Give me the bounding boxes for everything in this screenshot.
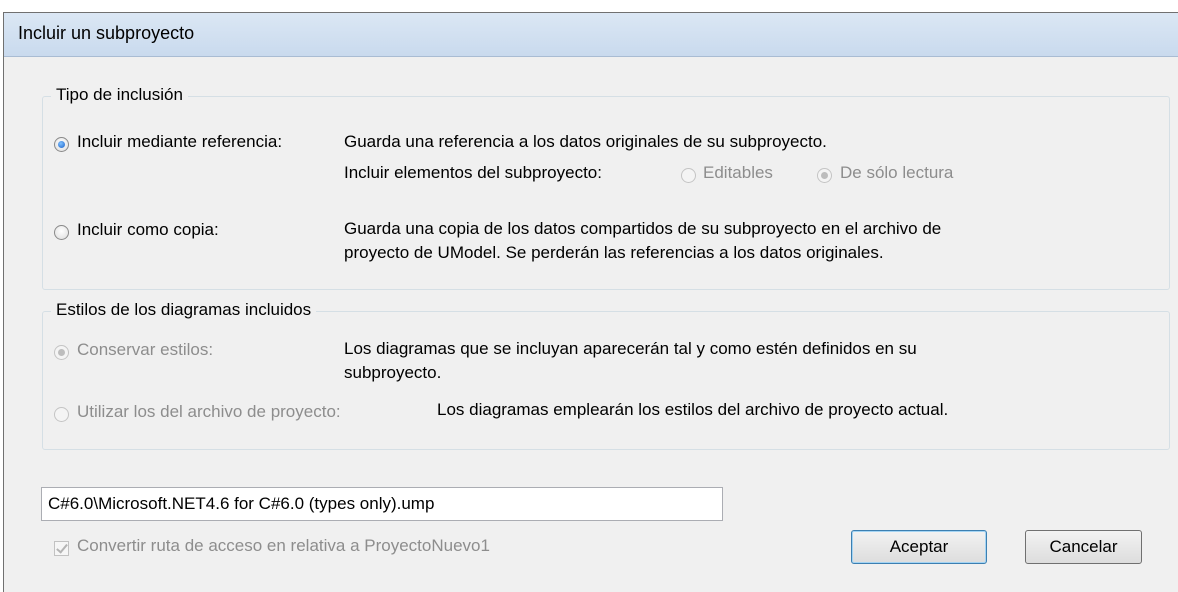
diagram-styles-legend: Estilos de los diagramas incluidos — [51, 300, 317, 320]
relative-path-checkbox[interactable] — [54, 541, 69, 556]
read-only-label[interactable]: De sólo lectura — [840, 163, 953, 183]
include-subproject-dialog: Incluir un subproyecto Tipo de inclusión… — [3, 12, 1178, 592]
use-project-styles-label[interactable]: Utilizar los del archivo de proyecto: — [77, 402, 341, 422]
include-by-reference-radio[interactable] — [54, 137, 69, 152]
subproject-path-input[interactable]: C#6.0\Microsoft.NET4.6 for C#6.0 (types … — [41, 487, 723, 521]
include-as-copy-label[interactable]: Incluir como copia: — [77, 220, 219, 240]
use-project-styles-radio[interactable] — [54, 407, 69, 422]
use-project-styles-description: Los diagramas emplearán los estilos del … — [437, 400, 949, 419]
include-as-copy-description-line2: proyecto de UModel. Se perderán las refe… — [344, 243, 884, 262]
relative-path-label[interactable]: Convertir ruta de acceso en relativa a P… — [77, 536, 490, 556]
keep-styles-description-line1: Los diagramas que se incluyan aparecerán… — [344, 339, 917, 358]
editable-radio[interactable] — [681, 168, 696, 183]
include-elements-label: Incluir elementos del subproyecto: — [344, 163, 602, 182]
diagram-styles-group: Estilos de los diagramas incluidos — [42, 300, 1170, 450]
editable-label[interactable]: Editables — [703, 163, 773, 183]
include-by-reference-label[interactable]: Incluir mediante referencia: — [77, 132, 282, 152]
keep-styles-description-line2: subproyecto. — [344, 363, 442, 382]
ok-button[interactable]: Aceptar — [851, 530, 987, 564]
keep-styles-radio[interactable] — [54, 345, 69, 360]
include-by-reference-description: Guarda una referencia a los datos origin… — [344, 132, 827, 151]
include-as-copy-description-line1: Guarda una copia de los datos compartido… — [344, 219, 942, 238]
read-only-radio[interactable] — [817, 168, 832, 183]
inclusion-type-legend: Tipo de inclusión — [51, 85, 188, 105]
dialog-title: Incluir un subproyecto — [18, 23, 195, 43]
include-as-copy-radio[interactable] — [54, 225, 69, 240]
keep-styles-label[interactable]: Conservar estilos: — [77, 340, 213, 360]
cancel-button[interactable]: Cancelar — [1025, 530, 1142, 564]
title-bar: Incluir un subproyecto — [4, 13, 1178, 57]
